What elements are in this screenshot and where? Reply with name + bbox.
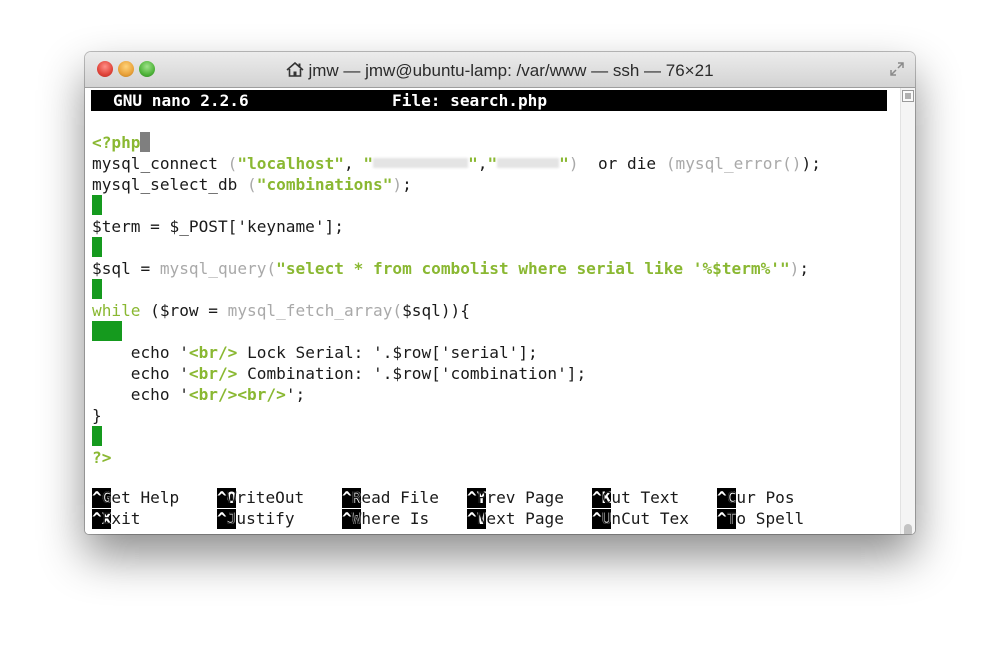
title-bar[interactable]: jmw — jmw@ubuntu-lamp: /var/www — ssh — … (85, 52, 915, 88)
whitespace-marker (92, 426, 102, 446)
shortcut-label: Read File (342, 488, 439, 507)
code-line: echo '<br/> Combination: '.$row['combina… (130, 364, 587, 383)
or-die: or die (597, 154, 657, 173)
while-keyword: while (92, 301, 141, 320)
code-line: $term = $_POST['keyname']; (92, 217, 344, 236)
shortcut-label: UnCut Tex (592, 509, 689, 528)
nano-header-bar: GNU nano 2.2.6 File: search.php (91, 90, 887, 111)
shortcut-label: WriteOut (217, 488, 305, 507)
code-line: mysql_connect ("localhost", " "," ") or di… (92, 154, 821, 173)
fullscreen-icon[interactable] (889, 61, 905, 77)
host-string: "localhost" (237, 154, 344, 173)
code-line: while ($row = mysql_fetch_array($sql)){ (92, 301, 470, 320)
code-line: ?> (92, 447, 111, 468)
nano-filename: File: search.php (392, 91, 548, 110)
shortcut-label: Cut Text (592, 488, 680, 507)
shortcut-label: Cur Pos (717, 488, 795, 507)
whitespace-marker (92, 321, 122, 341)
fetch-array-fn: mysql_fetch_array (227, 301, 393, 320)
text-cursor (140, 132, 151, 152)
list-icon[interactable] (902, 90, 914, 102)
code-line (92, 426, 102, 447)
code-line: } (92, 406, 102, 425)
whitespace-marker (92, 237, 102, 257)
vertical-scrollbar[interactable] (900, 88, 915, 534)
nano-version: GNU nano 2.2.6 (113, 91, 249, 110)
whitespace-marker (92, 279, 102, 299)
code-line (92, 237, 102, 258)
mysql-error-fn: mysql_error (675, 154, 783, 173)
db-string: "combinations" (256, 175, 393, 194)
home-icon (286, 62, 304, 77)
window-title-text: jmw — jmw@ubuntu-lamp: /var/www — ssh — … (308, 61, 714, 80)
terminal-content[interactable]: GNU nano 2.2.6 File: search.php <?php my… (85, 88, 901, 534)
select-db-fn: mysql_select_db (92, 175, 238, 194)
window-title: jmw — jmw@ubuntu-lamp: /var/www — ssh — … (85, 61, 915, 81)
code-line: echo '<br/> Lock Serial: '.$row['serial'… (130, 343, 538, 362)
code-line (92, 195, 102, 216)
code-line: <?php (92, 132, 151, 153)
redacted-username (373, 158, 469, 168)
code-line: echo '<br/><br/>'; (130, 385, 306, 404)
shortcut-label: Where Is (342, 509, 430, 528)
shortcut-label: Exit (92, 509, 141, 528)
shortcut-label: To Spell (717, 509, 805, 528)
code-line (92, 321, 122, 342)
connect-fn: mysql_connect (92, 154, 218, 173)
code-line (92, 279, 102, 300)
redacted-password (497, 158, 560, 168)
shortcut-label: Get Help (92, 488, 180, 507)
mysql-query-fn: mysql_query (159, 259, 267, 278)
sql-string: "select * from combolist where serial li… (276, 259, 790, 278)
shortcut-label: Justify (217, 509, 295, 528)
php-close-tag: ?> (92, 448, 112, 467)
php-open-tag: <?php (92, 133, 141, 152)
shortcut-label: Next Page (467, 509, 564, 528)
code-line: mysql_select_db ("combinations"); (92, 175, 412, 194)
code-line: $sql = mysql_query("select * from combol… (92, 259, 810, 278)
terminal-window: jmw — jmw@ubuntu-lamp: /var/www — ssh — … (85, 52, 915, 534)
sql-var: $sql = (92, 259, 160, 278)
shortcut-label: Prev Page (467, 488, 564, 507)
whitespace-marker (92, 195, 102, 215)
scrollbar-thumb[interactable] (904, 524, 912, 534)
